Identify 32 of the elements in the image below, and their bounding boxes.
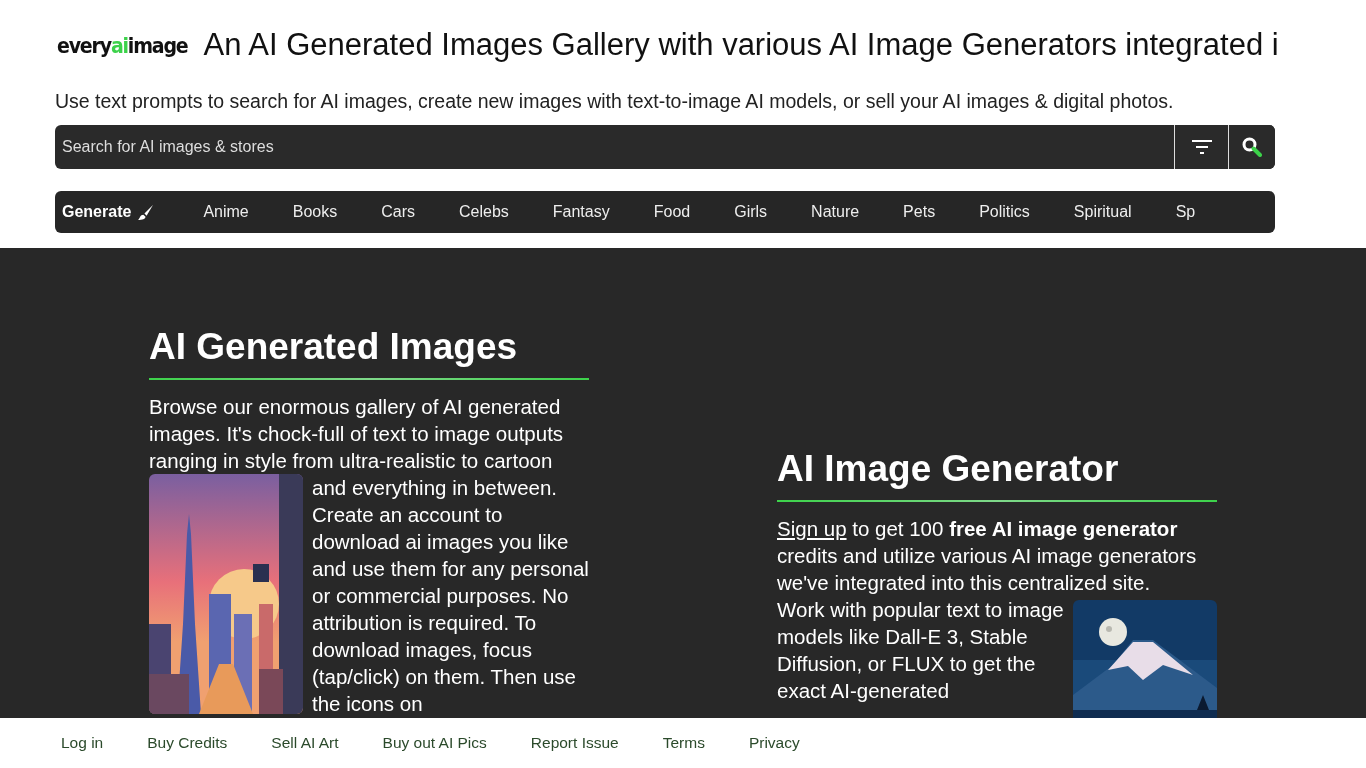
footer-link[interactable]: Buy out AI Pics: [382, 734, 487, 752]
footer-link[interactable]: Log in: [61, 734, 104, 752]
sign-up-link[interactable]: Sign up: [777, 517, 847, 540]
logo[interactable]: everyaiimage: [57, 32, 188, 58]
generator-intro: Sign up to get 100 free AI image generator credits and utilize various AI image generators we've integrated into this centralized site.: [777, 516, 1198, 596]
generator-description: Work with popular text to image models like Dall-E 3, Stable Diffusion, or FLUX to get the exact AI-generated: [777, 597, 1064, 704]
category-link[interactable]: Celebs: [437, 203, 531, 221]
category-link[interactable]: Girls: [712, 203, 790, 221]
page-title: An AI Generated Images Gallery with various AI Image Generators integrated i: [203, 27, 1279, 63]
footer-link[interactable]: Report Issue: [530, 734, 619, 752]
category-link[interactable]: Spiritual: [1051, 203, 1154, 221]
gallery-description: and everything in between. Create an account to download ai images you like and use them for any personal or commercial purposes. No attribution is required. To download images, focus (tap/click) on them. Then use the icons on: [312, 475, 589, 717]
section-heading: AI Image Generator: [777, 448, 1217, 502]
category-link[interactable]: Pets: [881, 203, 958, 221]
category-link[interactable]: Anime: [181, 203, 271, 221]
filter-icon: [1191, 140, 1212, 154]
search-icon: [1242, 137, 1262, 157]
footer-link[interactable]: Privacy: [748, 734, 800, 752]
footer-link[interactable]: Sell AI Art: [271, 734, 339, 752]
category-link[interactable]: Books: [270, 203, 360, 221]
category-link[interactable]: Fantasy: [530, 203, 632, 221]
generate-link[interactable]: Generate: [55, 203, 182, 221]
category-link[interactable]: Food: [631, 203, 713, 221]
subtitle: Use text prompts to search for AI images, create new images with text-to-image AI models, or sell your AI images & digital photos.: [55, 90, 1175, 113]
category-link[interactable]: Nature: [789, 203, 882, 221]
footer-link[interactable]: Buy Credits: [147, 734, 228, 752]
section-heading: AI Generated Images: [149, 326, 589, 380]
category-link[interactable]: Sp: [1153, 203, 1218, 221]
category-link[interactable]: Cars: [359, 203, 437, 221]
footer-link[interactable]: Terms: [662, 734, 705, 752]
category-link[interactable]: Politics: [957, 203, 1052, 221]
search-button[interactable]: [1228, 125, 1275, 169]
